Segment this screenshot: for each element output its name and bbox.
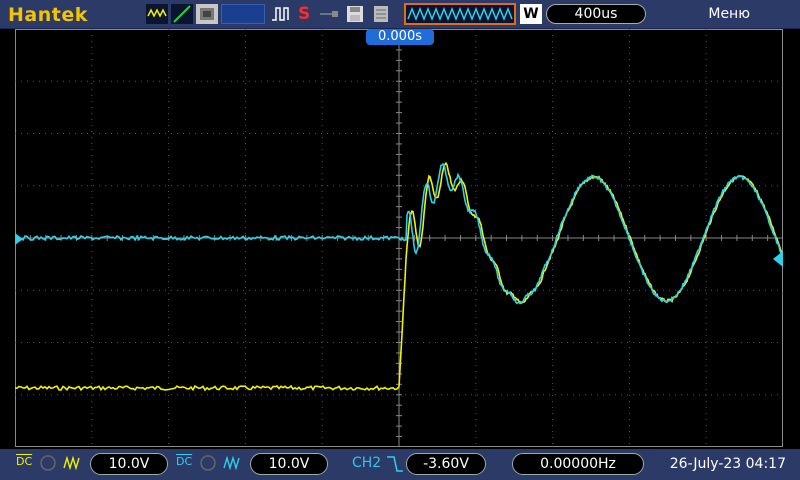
date-time: 26-July-23 04:17 (669, 456, 786, 472)
trigger-level-marker (773, 251, 783, 267)
ch1-coupling: DC (16, 455, 33, 468)
ch2-coupling: DC (176, 455, 193, 468)
ch-waveform-icon[interactable] (146, 4, 168, 24)
brand-logo: Hantek (8, 4, 88, 26)
top-toolbar: Hantek S W 400us Меню (0, 0, 800, 29)
timebase-readout[interactable]: 400us (546, 4, 646, 24)
scope-canvas (14, 28, 783, 448)
ch2-scale[interactable]: 10.0V (250, 453, 328, 475)
ch1-probe-icon (62, 454, 82, 472)
memory-waveform-preview[interactable] (404, 3, 516, 25)
trigger-level[interactable]: -3.60V (406, 453, 486, 475)
ch2-offset-marker (15, 233, 23, 245)
trigger-source[interactable]: CH2 (352, 455, 381, 471)
acquisition-mode[interactable]: W (520, 4, 542, 24)
print-icon[interactable] (370, 4, 392, 24)
ch1-bandwidth-icon (38, 454, 58, 472)
ch2-bandwidth-icon (198, 454, 218, 472)
bottom-status-bar: DC 10.0V DC 10.0V CH2 -3.60V 0.00000Hz 2… (0, 449, 800, 480)
waveform-display[interactable] (14, 28, 783, 448)
falling-edge-icon (386, 454, 404, 474)
usb-icon (318, 4, 340, 24)
save-icon[interactable] (344, 4, 366, 24)
trigger-time-marker[interactable]: 0.000s (366, 29, 434, 45)
menu-button[interactable]: Меню (708, 6, 750, 22)
ch2-probe-icon (222, 454, 242, 472)
persistence-icon[interactable] (196, 4, 218, 24)
trigger-pulse-icon[interactable] (270, 4, 292, 24)
ch1-scale[interactable]: 10.0V (90, 453, 168, 475)
math-line-icon[interactable] (171, 4, 193, 24)
run-state-indicator[interactable]: S (298, 4, 314, 24)
cursor-icon[interactable] (221, 4, 265, 24)
frequency-counter: 0.00000Hz (512, 453, 644, 475)
